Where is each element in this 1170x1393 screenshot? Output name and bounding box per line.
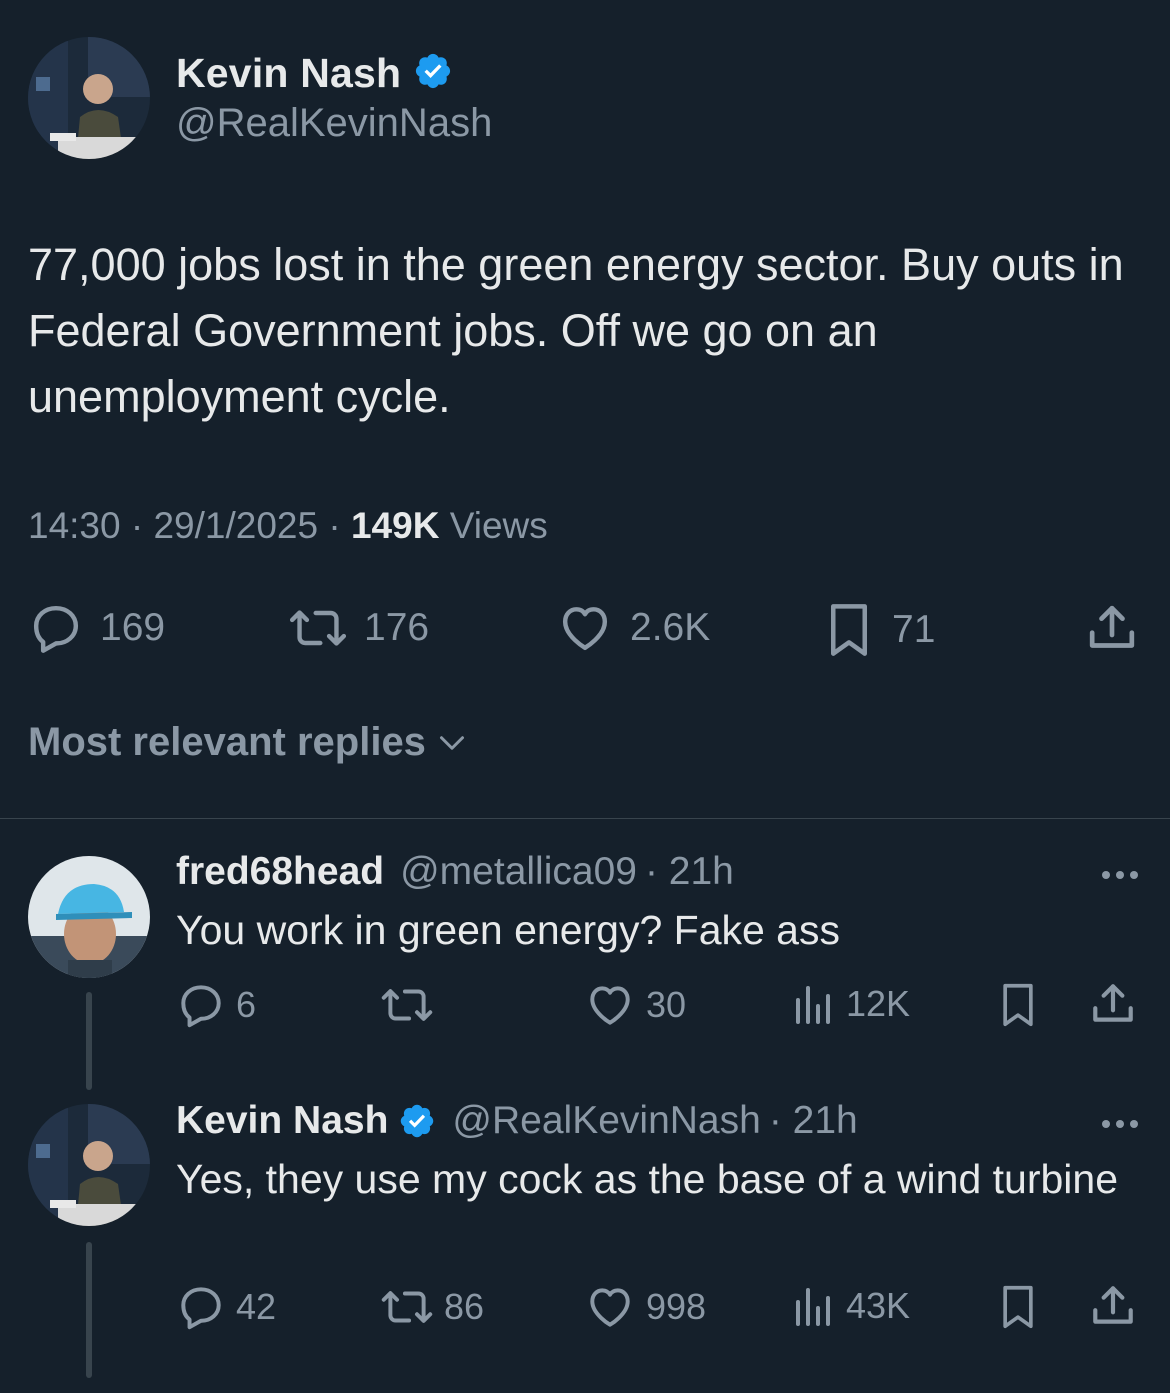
views-count: 12K: [846, 983, 911, 1024]
reply-icon: [176, 980, 226, 1030]
like-icon: [584, 1282, 636, 1332]
views-icon: [792, 1282, 836, 1330]
reply-icon: [28, 600, 84, 656]
reply-author-name[interactable]: fred68head: [176, 850, 384, 894]
tweet-text: 77,000 jobs lost in the green energy sec…: [28, 239, 1124, 422]
bookmark-button[interactable]: [996, 1280, 1040, 1334]
verified-badge-icon: [398, 1102, 436, 1140]
share-button[interactable]: [1088, 1280, 1138, 1332]
author-avatar[interactable]: [28, 37, 150, 159]
reply-author-name[interactable]: Kevin Nash: [176, 1099, 388, 1143]
more-icon[interactable]: [1102, 871, 1138, 879]
tweet-date[interactable]: 29/1/2025: [153, 505, 318, 546]
reply-author-handle[interactable]: @RealKevinNash: [452, 1099, 760, 1143]
like-button[interactable]: 30: [584, 980, 686, 1030]
bookmark-icon: [996, 978, 1040, 1032]
reply-count: 6: [236, 984, 257, 1025]
bookmark-icon: [822, 600, 876, 660]
repost-icon: [380, 1282, 434, 1332]
reply-button[interactable]: 169: [28, 600, 165, 656]
reply-text: Yes, they use my cock as the base of a w…: [176, 1156, 1119, 1202]
views-count: 149K: [350, 505, 440, 546]
views-button[interactable]: 12K: [792, 980, 910, 1028]
reply-header: fred68head @metallica09 · 21h: [176, 850, 734, 894]
share-button[interactable]: [1084, 600, 1140, 656]
like-button[interactable]: 2.6K: [556, 600, 710, 656]
share-icon: [1088, 1280, 1138, 1332]
views-icon: [792, 980, 836, 1028]
sort-label: Most relevant replies: [28, 720, 426, 764]
bookmark-button[interactable]: 71: [822, 600, 935, 660]
bookmark-count: 71: [892, 608, 936, 651]
share-icon: [1088, 978, 1138, 1030]
bookmark-icon: [996, 1280, 1040, 1334]
reply-button[interactable]: 6: [176, 980, 256, 1030]
like-icon: [584, 980, 636, 1030]
tweet-time: 14:30: [28, 505, 121, 546]
divider: [0, 818, 1170, 819]
repost-icon: [288, 600, 348, 656]
replies-sort-dropdown[interactable]: Most relevant replies: [28, 720, 470, 765]
like-icon: [556, 600, 614, 656]
reply-time[interactable]: · 21h: [645, 850, 734, 894]
thread-line: [86, 1242, 92, 1378]
like-count: 30: [646, 984, 687, 1025]
reply-text: You work in green energy? Fake ass: [176, 907, 840, 953]
share-button[interactable]: [1088, 978, 1138, 1030]
repost-count: 86: [444, 1286, 485, 1327]
verified-badge-icon: [413, 51, 453, 96]
chevron-down-icon: [434, 725, 470, 761]
tweet-meta: 14:30 · 29/1/2025 · 149K Views: [28, 505, 548, 547]
repost-button[interactable]: [380, 980, 444, 1030]
author-name[interactable]: Kevin Nash: [176, 50, 401, 97]
like-count: 2.6K: [630, 606, 711, 649]
reply-count: 169: [100, 606, 166, 649]
views-button[interactable]: 43K: [792, 1282, 910, 1330]
views-label: Views: [449, 505, 548, 546]
bookmark-button[interactable]: [996, 978, 1040, 1032]
views-count: 43K: [846, 1285, 911, 1326]
reply-count: 42: [236, 1286, 277, 1327]
meta-separator: ·: [328, 505, 341, 546]
author-handle[interactable]: @RealKevinNash: [176, 101, 492, 146]
like-count: 998: [646, 1286, 707, 1327]
reply-icon: [176, 1282, 226, 1332]
reply-author-avatar[interactable]: [28, 856, 150, 978]
share-icon: [1084, 600, 1140, 656]
like-button[interactable]: 998: [584, 1282, 706, 1332]
reply-header: Kevin Nash @RealKevinNash · 21h: [176, 1099, 858, 1143]
repost-button[interactable]: 176: [288, 600, 429, 656]
repost-icon: [380, 980, 434, 1030]
more-icon[interactable]: [1102, 1120, 1138, 1128]
repost-count: 176: [364, 606, 430, 649]
meta-separator: ·: [130, 505, 144, 546]
thread-line: [86, 992, 92, 1090]
reply-author-handle[interactable]: @metallica09: [400, 850, 637, 894]
reply-button[interactable]: 42: [176, 1282, 276, 1332]
reply-author-avatar[interactable]: [28, 1104, 150, 1226]
repost-button[interactable]: 86: [380, 1282, 484, 1332]
reply-time[interactable]: · 21h: [769, 1099, 858, 1143]
